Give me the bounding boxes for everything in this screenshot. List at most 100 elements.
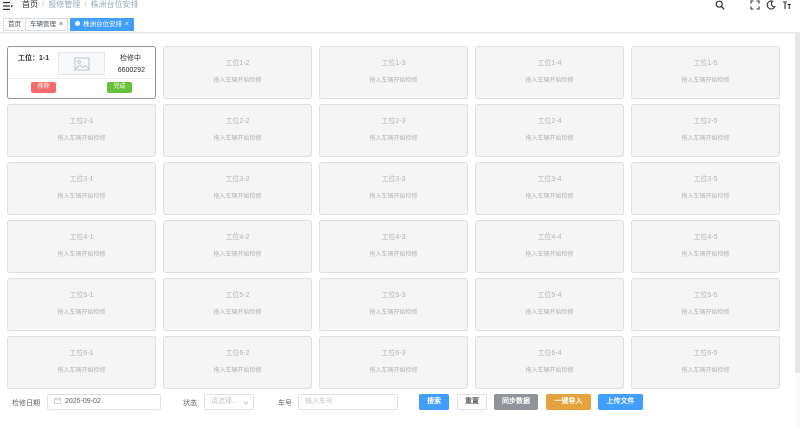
workstation-grid: 工位：1-1 检修中 6600292 移除 完成 工位1-2 拖入车辆开始检修 工位…	[7, 46, 780, 389]
workstation-name: 工位1-4	[537, 60, 562, 67]
workstation-slot[interactable]: 工位1-4 拖入车辆开始检修	[475, 46, 624, 99]
close-icon[interactable]: ×	[59, 21, 63, 28]
drop-hint: 拖入车辆开始检修	[57, 194, 106, 200]
drop-hint: 拖入车辆开始检修	[369, 368, 418, 374]
plate-label: 车号	[278, 400, 292, 407]
divider	[8, 78, 155, 79]
workstation-slot[interactable]: 工位1-3 拖入车辆开始检修	[319, 46, 468, 99]
status-badge: 检修中	[120, 55, 141, 62]
workstation-slot[interactable]: 工位3-1 拖入车辆开始检修	[7, 162, 156, 215]
workstation-slot[interactable]: 工位2-5 拖入车辆开始检修	[631, 104, 780, 157]
complete-button[interactable]: 完成	[107, 82, 132, 93]
drop-hint: 拖入车辆开始检修	[369, 194, 418, 200]
workstation-name: 工位1-2	[225, 60, 250, 67]
workstation-slot[interactable]: 工位3-4 拖入车辆开始检修	[475, 162, 624, 215]
workstation-slot[interactable]: 工位2-3 拖入车辆开始检修	[319, 104, 468, 157]
workstation-slot[interactable]: 工位5-3 拖入车辆开始检修	[319, 278, 468, 331]
drop-hint: 拖入车辆开始检修	[213, 252, 262, 258]
filter-bar: 检修日期 2025-09-02 状态 请选择... 车号 输入车号 搜索 重置 …	[0, 393, 800, 413]
workstation-slot[interactable]: 工位1-5 拖入车辆开始检修	[631, 46, 780, 99]
workstation-slot[interactable]: 工位2-1 拖入车辆开始检修	[7, 104, 156, 157]
workstation-name: 工位6-4	[537, 350, 562, 357]
workstation-name: 工位4-1	[69, 234, 94, 241]
workstation-slot[interactable]: 工位6-2 拖入车辆开始检修	[163, 336, 312, 389]
workstation-slot[interactable]: 工位4-3 拖入车辆开始检修	[319, 220, 468, 273]
workstation-slot[interactable]: 工位2-2 拖入车辆开始检修	[163, 104, 312, 157]
workstation-name: 工位6-1	[69, 350, 94, 357]
workstation-slot[interactable]: 工位6-5 拖入车辆开始检修	[631, 336, 780, 389]
drop-hint: 拖入车辆开始检修	[525, 194, 574, 200]
workstation-slot[interactable]: 工位5-5 拖入车辆开始检修	[631, 278, 780, 331]
drop-hint: 拖入车辆开始检修	[213, 136, 262, 142]
workstation-slot[interactable]: 工位5-1 拖入车辆开始检修	[7, 278, 156, 331]
breadcrumb-repair[interactable]: 报修管理	[48, 0, 80, 10]
drop-hint: 拖入车辆开始检修	[213, 78, 262, 84]
workstation-name: 工位3-5	[693, 176, 718, 183]
workstation-title: 工位：1-1	[18, 55, 50, 62]
workstation-name: 工位5-2	[225, 292, 250, 299]
reset-button[interactable]: 重置	[457, 394, 487, 410]
workstation-name: 工位4-2	[225, 234, 250, 241]
tag-vehicle-management[interactable]: 车辆管理 ×	[25, 18, 69, 31]
import-button[interactable]: 一键导入	[546, 394, 591, 410]
status-select[interactable]: 请选择...	[204, 394, 254, 410]
workstation-slot[interactable]: 工位3-2 拖入车辆开始检修	[163, 162, 312, 215]
workstation-slot[interactable]: 工位1-2 拖入车辆开始检修	[163, 46, 312, 99]
breadcrumb-home[interactable]: 首页	[22, 0, 38, 10]
fullscreen-icon[interactable]	[750, 0, 760, 10]
workstation-slot[interactable]: 工位4-5 拖入车辆开始检修	[631, 220, 780, 273]
tag-zhuzhou-schedule[interactable]: 株洲台位安排 ×	[70, 18, 135, 31]
drop-hint: 拖入车辆开始检修	[525, 136, 574, 142]
sync-data-button[interactable]: 同步数据	[494, 394, 538, 410]
workstation-name: 工位4-5	[693, 234, 718, 241]
upload-file-button[interactable]: 上传文件	[598, 394, 643, 410]
workstation-slot[interactable]: 工位6-4 拖入车辆开始检修	[475, 336, 624, 389]
drop-hint: 拖入车辆开始检修	[213, 310, 262, 316]
date-picker[interactable]: 2025-09-02	[47, 394, 161, 410]
workstation-name: 工位4-3	[381, 234, 406, 241]
status-label: 状态	[183, 400, 197, 407]
close-icon[interactable]: ×	[125, 21, 129, 28]
drop-hint: 拖入车辆开始检修	[369, 310, 418, 316]
drop-hint: 拖入车辆开始检修	[681, 368, 730, 374]
workstation-name: 工位5-1	[69, 292, 94, 299]
workstation-slot[interactable]: 工位3-3 拖入车辆开始检修	[319, 162, 468, 215]
search-icon[interactable]	[715, 0, 725, 10]
workstation-name: 工位3-4	[537, 176, 562, 183]
workstation-slot[interactable]: 工位2-4 拖入车辆开始检修	[475, 104, 624, 157]
scrollbar-thumb[interactable]	[795, 33, 800, 373]
moon-icon[interactable]	[766, 0, 776, 10]
workstation-slot[interactable]: 工位5-2 拖入车辆开始检修	[163, 278, 312, 331]
workstation-name: 工位1-3	[381, 60, 406, 67]
workstation-name: 工位3-3	[381, 176, 406, 183]
workstation-name: 工位2-4	[537, 118, 562, 125]
top-navbar: 首页 / 报修管理 / 株洲台位安排	[0, 0, 800, 16]
drop-hint: 拖入车辆开始检修	[213, 368, 262, 374]
workstation-name: 工位6-3	[381, 350, 406, 357]
active-dot-icon	[75, 21, 80, 26]
plate-input-placeholder: 输入车号	[305, 398, 333, 405]
search-button[interactable]: 搜索	[419, 394, 449, 410]
chevron-down-icon	[243, 401, 249, 405]
workstation-slot[interactable]: 工位6-3 拖入车辆开始检修	[319, 336, 468, 389]
workstation-slot[interactable]: 工位4-1 拖入车辆开始检修	[7, 220, 156, 273]
font-size-icon[interactable]	[782, 0, 792, 10]
drop-hint: 拖入车辆开始检修	[369, 78, 418, 84]
tag-vehicle-management-label: 车辆管理	[30, 21, 56, 28]
remove-button[interactable]: 移除	[31, 82, 56, 93]
workstation-slot-occupied[interactable]: 工位：1-1 检修中 6600292 移除 完成	[7, 46, 156, 99]
drop-hint: 拖入车辆开始检修	[525, 252, 574, 258]
workstation-slot[interactable]: 工位4-2 拖入车辆开始检修	[163, 220, 312, 273]
workstation-slot[interactable]: 工位3-5 拖入车辆开始检修	[631, 162, 780, 215]
status-select-placeholder: 请选择...	[211, 398, 238, 405]
tags-view: 首页 车辆管理 × 株洲台位安排 ×	[0, 16, 800, 33]
plate-input[interactable]: 输入车号	[298, 394, 398, 410]
workstation-slot[interactable]: 工位5-4 拖入车辆开始检修	[475, 278, 624, 331]
hamburger-icon[interactable]	[3, 1, 13, 11]
workstation-slot[interactable]: 工位4-4 拖入车辆开始检修	[475, 220, 624, 273]
tag-home[interactable]: 首页	[3, 18, 26, 31]
drop-hint: 拖入车辆开始检修	[57, 252, 106, 258]
workstation-name: 工位4-4	[537, 234, 562, 241]
workstation-slot[interactable]: 工位6-1 拖入车辆开始检修	[7, 336, 156, 389]
vehicle-image	[58, 52, 105, 75]
